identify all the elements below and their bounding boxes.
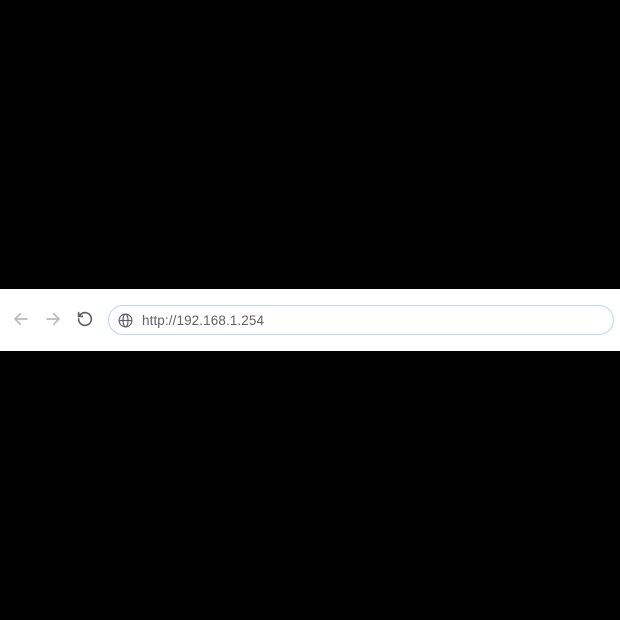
address-bar[interactable] xyxy=(108,305,614,335)
back-button[interactable] xyxy=(8,307,34,333)
reload-icon xyxy=(76,310,94,331)
arrow-left-icon xyxy=(12,310,30,331)
forward-button[interactable] xyxy=(40,307,66,333)
browser-toolbar xyxy=(0,289,620,351)
reload-button[interactable] xyxy=(72,307,98,333)
nav-buttons xyxy=(8,307,98,333)
arrow-right-icon xyxy=(44,310,62,331)
globe-icon xyxy=(117,312,134,329)
url-input[interactable] xyxy=(142,306,605,334)
